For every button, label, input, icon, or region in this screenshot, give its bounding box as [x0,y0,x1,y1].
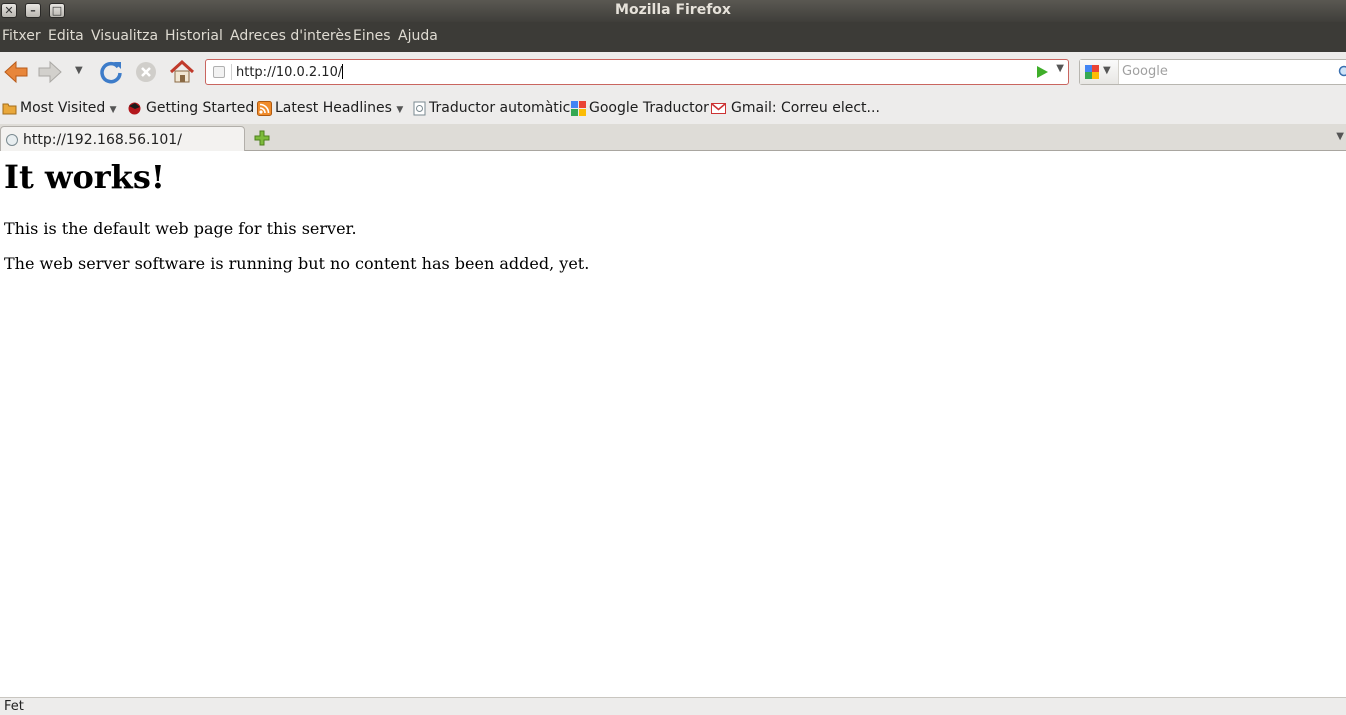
bookmarks-toolbar: Most Visited ▼ Getting Started Latest He… [0,92,1346,124]
url-bar[interactable]: http://10.0.2.10/ ▼ [205,59,1069,85]
page-heading: It works! [4,158,165,196]
google-logo-icon [1085,65,1099,79]
bookmark-most-visited[interactable]: Most Visited ▼ [20,100,117,116]
menu-item-edita[interactable]: Edita [48,28,84,44]
gmail-icon [711,103,726,114]
google-translate-icon [571,101,586,116]
go-icon[interactable] [1037,66,1048,78]
search-bar[interactable]: ▼ Google [1079,59,1346,85]
menu-item-ajuda[interactable]: Ajuda [398,28,438,44]
menu-item-adreces[interactable]: Adreces d'interès [230,28,351,44]
new-tab-plus-icon[interactable] [254,130,270,146]
history-dropdown-icon[interactable]: ▼ [75,65,83,76]
back-arrow-icon[interactable] [2,58,30,86]
firefox-getting-started-icon [128,102,141,115]
chevron-down-icon: ▼ [109,105,117,115]
page-content: It works! This is the default web page f… [0,151,1346,697]
menu-item-fitxer[interactable]: Fitxer [2,28,41,44]
menubar: Fitxer Edita Visualitza Historial Adrece… [0,22,1346,52]
url-input[interactable]: http://10.0.2.10/ [236,64,344,80]
menu-item-eines[interactable]: Eines [353,28,391,44]
status-bar: Fet [0,697,1346,715]
tab-label: http://192.168.56.101/ [23,132,182,148]
search-engine-selector[interactable]: ▼ [1080,60,1119,84]
url-text: http://10.0.2.10/ [236,65,343,80]
page-icon [413,101,426,116]
tab-list-dropdown-icon[interactable]: ▼ [1336,131,1344,142]
forward-arrow-icon[interactable] [36,58,64,86]
bookmark-traductor-automatic[interactable]: Traductor automàtic [429,100,570,116]
tab-bar: http://192.168.56.101/ ▼ [0,124,1346,151]
bookmark-gmail[interactable]: Gmail: Correu elect... [731,100,880,116]
search-icon[interactable] [1338,65,1346,79]
bookmark-getting-started[interactable]: Getting Started [146,100,254,116]
engine-dropdown-icon: ▼ [1103,65,1111,76]
bookmark-latest-headlines[interactable]: Latest Headlines ▼ [275,100,403,116]
search-input[interactable]: Google [1122,64,1168,79]
page-paragraph: The web server software is running but n… [4,254,590,273]
window-titlebar: ✕ – □ Mozilla Firefox [0,0,1346,22]
menu-item-visualitza[interactable]: Visualitza [91,28,158,44]
window-title: Mozilla Firefox [615,2,731,18]
page-paragraph: This is the default web page for this se… [4,219,357,238]
url-dropdown-icon[interactable]: ▼ [1056,63,1064,74]
rss-feed-icon [257,101,272,116]
tab-active[interactable]: http://192.168.56.101/ [0,126,245,151]
page-icon [6,134,18,146]
site-identity-icon[interactable] [213,66,225,78]
chevron-down-icon: ▼ [396,105,404,115]
home-icon[interactable] [168,58,196,86]
menu-item-historial[interactable]: Historial [165,28,223,44]
stop-icon[interactable] [132,58,160,86]
reload-icon[interactable] [97,58,125,86]
bookmark-google-traductor[interactable]: Google Traductor [589,100,709,116]
folder-icon [2,103,17,115]
status-text: Fet [4,699,24,714]
